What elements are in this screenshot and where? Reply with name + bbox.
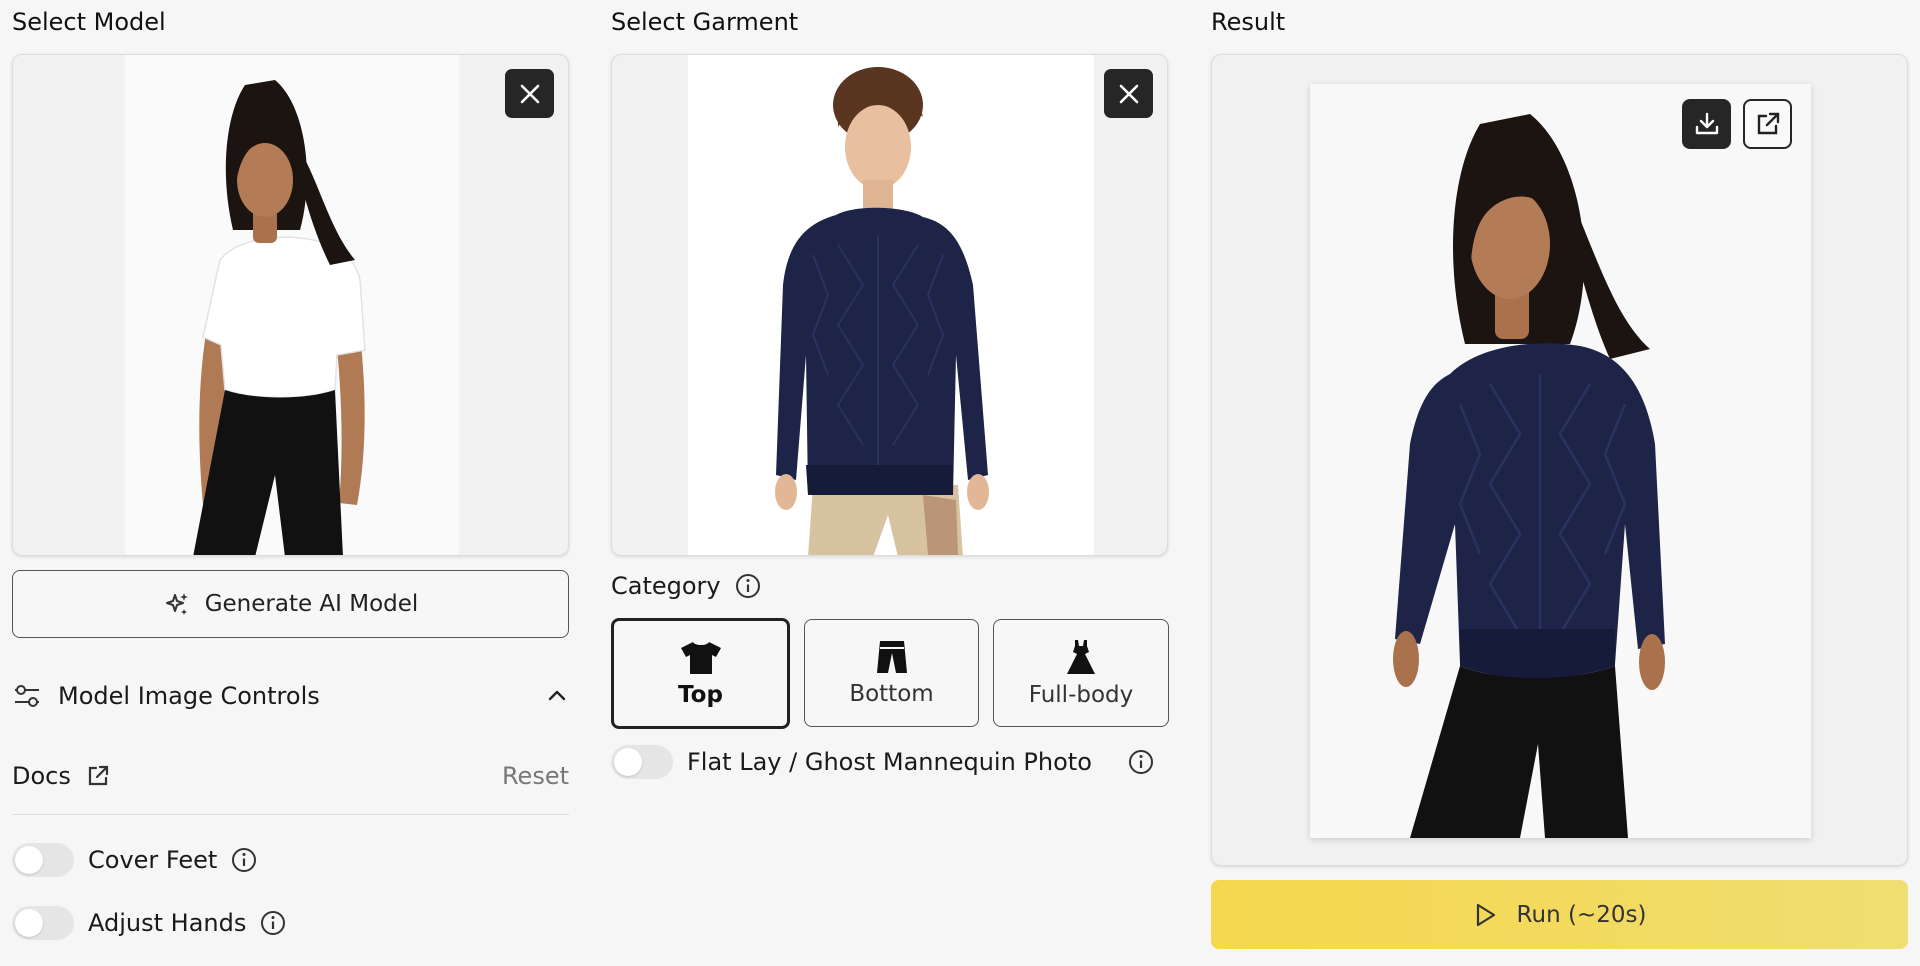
divider bbox=[12, 814, 569, 815]
open-in-new-tab-button[interactable] bbox=[1743, 99, 1792, 149]
result-photo bbox=[1310, 84, 1811, 838]
category-label: Category bbox=[611, 572, 721, 600]
external-link-icon bbox=[1757, 112, 1779, 135]
chevron-up-icon[interactable] bbox=[545, 684, 569, 708]
sliders-icon bbox=[15, 685, 39, 707]
close-icon bbox=[520, 84, 539, 103]
generate-ai-model-button[interactable]: Generate AI Model bbox=[12, 570, 569, 638]
garment-panel-title: Select Garment bbox=[611, 8, 799, 36]
reset-button[interactable]: Reset bbox=[502, 762, 569, 790]
run-label: Run (~20s) bbox=[1516, 901, 1647, 928]
docs-link[interactable]: Docs bbox=[12, 762, 111, 790]
info-icon[interactable] bbox=[260, 910, 286, 936]
download-button[interactable] bbox=[1682, 99, 1731, 149]
info-icon[interactable] bbox=[735, 573, 761, 599]
run-button[interactable]: Run (~20s) bbox=[1211, 880, 1908, 949]
result-panel-title: Result bbox=[1211, 8, 1286, 36]
remove-model-button[interactable] bbox=[505, 69, 554, 118]
docs-label: Docs bbox=[12, 762, 71, 790]
tshirt-icon bbox=[680, 641, 721, 674]
category-bottom-button[interactable]: Bottom bbox=[804, 619, 979, 727]
flatlay-toggle[interactable] bbox=[611, 745, 673, 779]
cover-feet-label: Cover Feet bbox=[88, 846, 218, 874]
category-top-label: Top bbox=[678, 681, 723, 708]
sparkles-icon bbox=[165, 593, 188, 615]
remove-garment-button[interactable] bbox=[1104, 69, 1153, 118]
docs-row: Docs Reset bbox=[12, 762, 569, 790]
info-icon[interactable] bbox=[1128, 749, 1154, 775]
category-bottom-label: Bottom bbox=[849, 681, 934, 707]
flatlay-option: Flat Lay / Ghost Mannequin Photo bbox=[611, 745, 1154, 779]
model-image-card[interactable] bbox=[12, 54, 569, 556]
download-icon bbox=[1695, 112, 1718, 135]
model-photo bbox=[125, 55, 459, 555]
flatlay-label: Flat Lay / Ghost Mannequin Photo bbox=[687, 748, 1092, 776]
play-icon bbox=[1476, 903, 1495, 926]
model-image-controls-label: Model Image Controls bbox=[58, 682, 320, 710]
garment-image-card[interactable] bbox=[611, 54, 1168, 556]
pants-icon bbox=[876, 641, 907, 673]
generate-ai-model-label: Generate AI Model bbox=[204, 591, 419, 617]
result-card bbox=[1211, 54, 1908, 866]
model-panel-title: Select Model bbox=[12, 8, 166, 36]
garment-photo bbox=[688, 55, 1094, 555]
category-header: Category bbox=[611, 572, 761, 600]
category-fullbody-button[interactable]: Full-body bbox=[993, 619, 1169, 727]
dress-icon bbox=[1067, 640, 1095, 674]
category-fullbody-label: Full-body bbox=[1028, 682, 1134, 708]
info-icon[interactable] bbox=[231, 847, 257, 873]
adjust-hands-toggle[interactable] bbox=[12, 906, 74, 940]
adjust-hands-option: Adjust Hands bbox=[12, 906, 286, 940]
close-icon bbox=[1119, 84, 1138, 103]
adjust-hands-label: Adjust Hands bbox=[88, 909, 247, 937]
cover-feet-option: Cover Feet bbox=[12, 843, 257, 877]
external-link-icon bbox=[88, 765, 108, 786]
cover-feet-toggle[interactable] bbox=[12, 843, 74, 877]
model-image-controls-header[interactable]: Model Image Controls bbox=[12, 682, 569, 710]
category-top-button[interactable]: Top bbox=[611, 618, 790, 729]
